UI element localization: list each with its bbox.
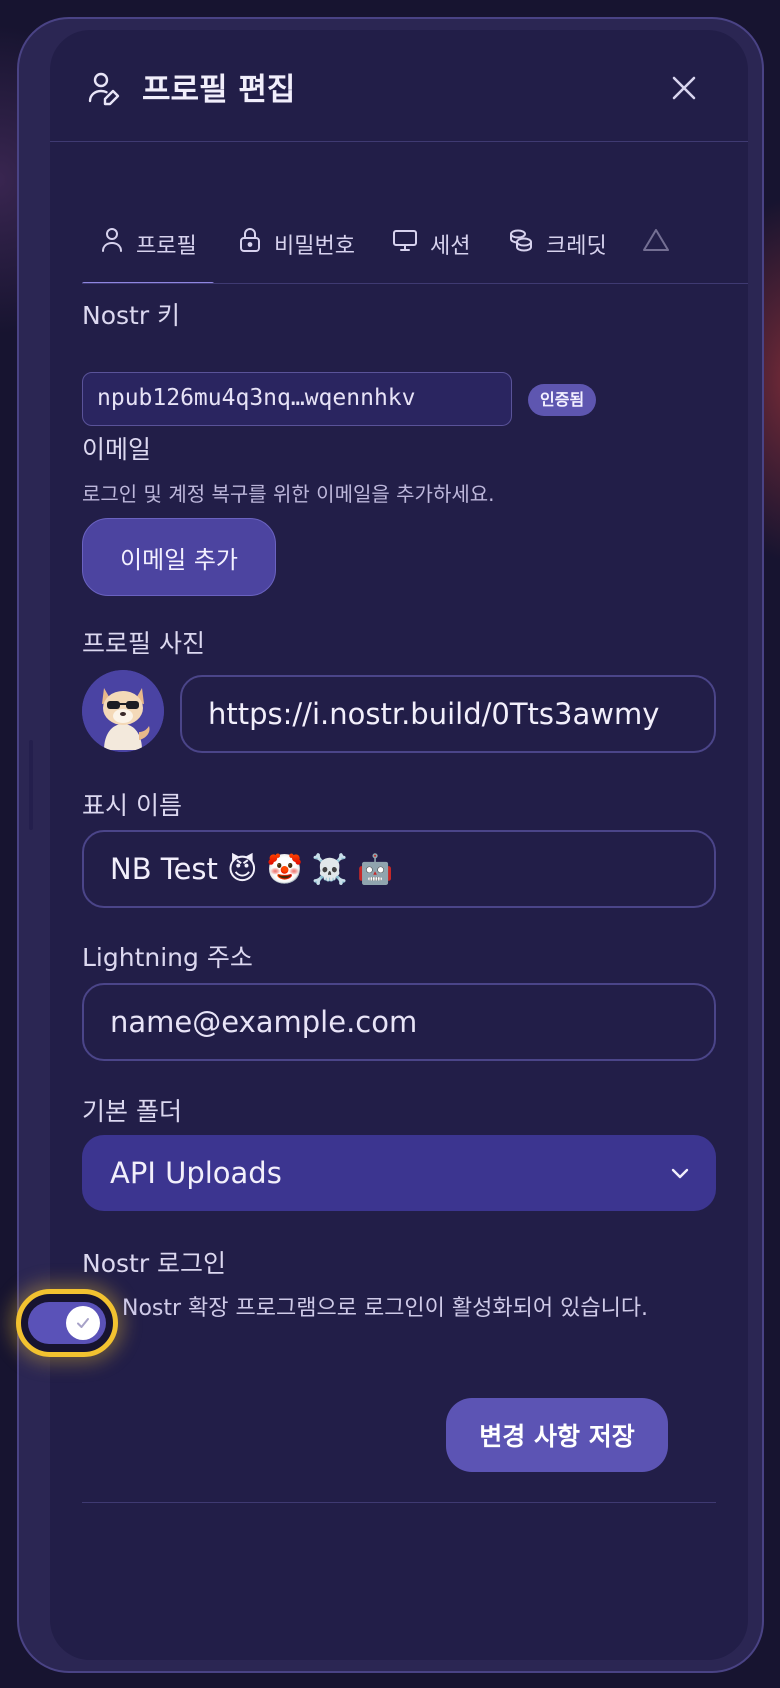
default-folder-value: API Uploads: [110, 1156, 282, 1190]
modal-header: 프로필 편집: [50, 30, 748, 142]
lock-icon: [240, 228, 260, 252]
avatar: [82, 670, 164, 752]
profile-picture-label: 프로필 사진: [82, 629, 205, 658]
chevron-down-icon: [671, 1168, 689, 1179]
tab-label: 프로필: [136, 234, 197, 259]
tab-credits[interactable]: 크레딧: [508, 198, 607, 283]
add-email-button[interactable]: 이메일 추가: [82, 518, 276, 596]
toggle-knob: [66, 1306, 100, 1340]
lightning-address-input[interactable]: name@example.com: [82, 983, 716, 1061]
display-name-label: 표시 이름: [82, 791, 182, 820]
user-icon: [102, 228, 122, 252]
default-folder-select[interactable]: API Uploads: [82, 1135, 716, 1211]
tab-password[interactable]: 비밀번호: [238, 198, 355, 283]
default-folder-label: 기본 폴더: [82, 1097, 182, 1126]
modal-title: 프로필 편집: [142, 72, 296, 108]
warning-icon: [643, 229, 669, 251]
nostr-login-description: Nostr 확장 프로그램으로 로그인이 활성화되어 있습니다.: [122, 1296, 649, 1321]
verified-badge: 인증됨: [528, 384, 597, 416]
footer-divider: [82, 1502, 716, 1503]
check-icon: [77, 1318, 89, 1328]
settings-tabs: 프로필 비밀번호 세션 크레딧: [82, 198, 748, 284]
close-icon[interactable]: [666, 70, 702, 106]
tab-danger[interactable]: [642, 198, 682, 283]
email-help-text: 로그인 및 계정 복구를 위한 이메일을 추가하세요.: [82, 482, 495, 506]
nostr-login-label: Nostr 로그인: [82, 1249, 227, 1278]
tab-profile[interactable]: 프로필: [82, 198, 214, 283]
display-name-input[interactable]: NB Test 😈 🤡 ☠️ 🤖: [82, 830, 716, 908]
lightning-address-label: Lightning 주소: [82, 943, 253, 972]
nostr-login-toggle[interactable]: [28, 1302, 106, 1344]
user-edit-icon: [86, 70, 122, 106]
nostr-key-label: Nostr 키: [82, 301, 181, 330]
tab-label: 비밀번호: [274, 234, 355, 259]
tab-label: 세션: [430, 234, 471, 259]
profile-picture-url-input[interactable]: https://i.nostr.build/0Tts3awmy: [180, 675, 716, 753]
scroll-indicator: [29, 740, 33, 830]
coins-icon: [510, 229, 532, 252]
save-changes-button[interactable]: 변경 사항 저장: [446, 1398, 668, 1472]
tab-sessions[interactable]: 세션: [392, 198, 471, 283]
monitor-icon: [393, 230, 417, 251]
email-label: 이메일: [82, 435, 152, 464]
tab-label: 크레딧: [546, 234, 607, 259]
nostr-pubkey-field[interactable]: npub126mu4q3nq…wqennhkv: [82, 372, 512, 426]
